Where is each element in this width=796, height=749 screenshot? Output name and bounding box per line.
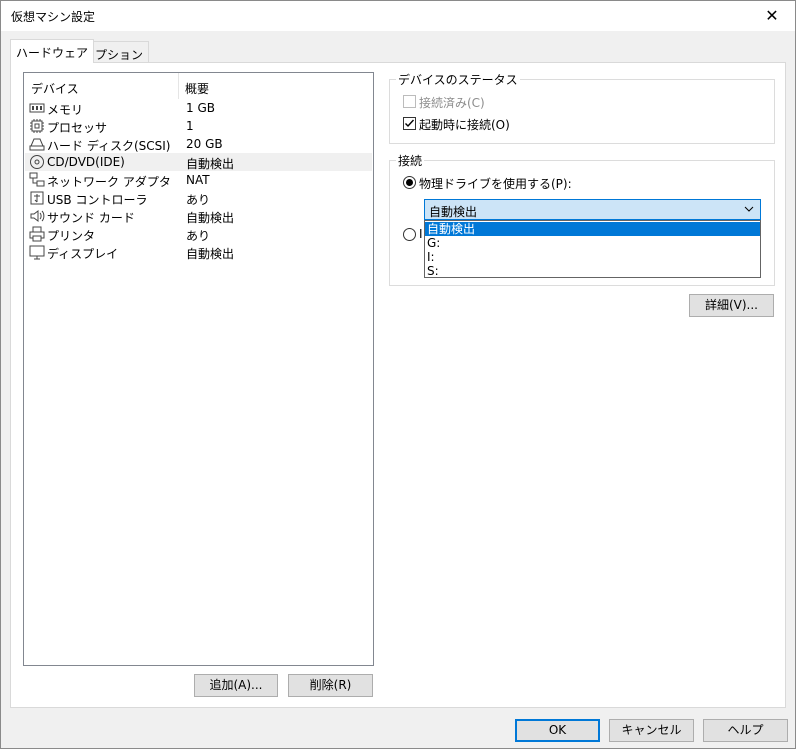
device-status-title: デバイスのステータス (396, 71, 520, 88)
drive-select-value: 自動検出 (429, 205, 478, 219)
device-status-group: デバイスのステータス (389, 71, 775, 144)
radio-selected-dot (406, 179, 413, 186)
device-name: ハード ディスク(SCSI) (47, 139, 171, 153)
device-name: プリンタ (47, 229, 96, 243)
drive-option[interactable]: 自動検出 (425, 222, 760, 236)
usb-icon (30, 191, 44, 205)
chevron-down-icon (744, 202, 754, 219)
device-row-usb-controller[interactable]: USB コントローラ あり (25, 189, 372, 207)
cd-dvd-icon (30, 155, 44, 169)
network-adapter-icon (29, 172, 45, 187)
add-device-button[interactable]: 追加(A)... (194, 674, 278, 697)
display-icon (29, 245, 45, 260)
connect-at-power-on-label[interactable]: 起動時に接続(O) (419, 116, 510, 133)
device-summary: 自動検出 (186, 247, 235, 261)
cancel-button[interactable]: キャンセル (609, 719, 694, 742)
ok-button[interactable]: OK (515, 719, 600, 742)
connected-checkbox[interactable] (403, 95, 416, 108)
remove-device-button[interactable]: 削除(R) (288, 674, 373, 697)
printer-icon (29, 226, 45, 242)
title-bar: 仮想マシン設定 ✕ (1, 1, 795, 31)
device-row-hard-disk[interactable]: ハード ディスク(SCSI) 20 GB (25, 135, 372, 153)
device-row-cd-dvd[interactable]: CD/DVD(IDE) 自動検出 (25, 153, 372, 171)
speaker-icon (30, 210, 45, 222)
device-summary: 自動検出 (186, 157, 235, 171)
physical-drive-label[interactable]: 物理ドライブを使用する(P): (419, 175, 572, 192)
device-summary: あり (186, 193, 211, 207)
device-name: メモリ (47, 103, 84, 117)
device-summary: 20 GB (186, 137, 223, 151)
drive-option[interactable]: G: (425, 236, 760, 250)
drive-option[interactable]: I: (425, 250, 760, 264)
drive-option[interactable]: S: (425, 264, 760, 278)
device-name: ディスプレイ (47, 247, 119, 261)
processor-icon (30, 119, 44, 133)
device-name: USB コントローラ (47, 193, 148, 207)
device-name: ネットワーク アダプタ (47, 175, 171, 189)
physical-drive-radio[interactable] (403, 176, 416, 189)
memory-icon (29, 103, 45, 113)
device-summary: あり (186, 229, 211, 243)
device-row-sound-card[interactable]: サウンド カード 自動検出 (25, 207, 372, 225)
iso-image-label[interactable]: I (419, 227, 423, 241)
device-summary: 1 GB (186, 101, 215, 115)
device-name: プロセッサ (47, 121, 108, 135)
tab-hardware[interactable]: ハードウェア (10, 39, 95, 63)
device-list-header: デバイス 概要 (24, 73, 373, 99)
device-name: CD/DVD(IDE) (47, 155, 125, 169)
device-row-network-adapter[interactable]: ネットワーク アダプタ NAT (25, 171, 372, 189)
help-button[interactable]: ヘルプ (703, 719, 788, 742)
vm-settings-dialog: 仮想マシン設定 ✕ ハードウェア オプション デバイス 概要 メモリ 1 GB … (0, 0, 796, 749)
column-header-summary[interactable]: 概要 (185, 80, 209, 97)
drive-select[interactable]: 自動検出 (424, 199, 761, 220)
device-name: サウンド カード (47, 211, 135, 225)
column-divider[interactable] (178, 73, 179, 99)
device-list[interactable]: デバイス 概要 メモリ 1 GB プロセッサ 1 ハード ディスク(SCSI) … (23, 72, 374, 666)
connection-title: 接続 (396, 152, 425, 169)
drive-dropdown-list: 自動検出 G: I: S: (424, 220, 761, 278)
device-row-memory[interactable]: メモリ 1 GB (25, 99, 372, 117)
device-row-processor[interactable]: プロセッサ 1 (25, 117, 372, 135)
device-summary: 1 (186, 119, 194, 133)
connected-label[interactable]: 接続済み(C) (419, 94, 485, 111)
checkmark-icon (405, 119, 415, 128)
device-row-display[interactable]: ディスプレイ 自動検出 (25, 243, 372, 261)
hard-disk-icon (29, 138, 45, 151)
tab-hardware-label: ハードウェア (16, 46, 89, 60)
connect-at-power-on-checkbox[interactable] (403, 117, 416, 130)
iso-image-radio[interactable] (403, 228, 416, 241)
close-icon: ✕ (765, 6, 779, 25)
device-row-printer[interactable]: プリンタ あり (25, 225, 372, 243)
advanced-button[interactable]: 詳細(V)... (689, 294, 774, 317)
window-title: 仮想マシン設定 (11, 10, 96, 24)
device-summary: 自動検出 (186, 211, 235, 225)
column-header-device[interactable]: デバイス (31, 80, 79, 97)
device-summary: NAT (186, 173, 210, 187)
close-button[interactable]: ✕ (749, 1, 795, 31)
